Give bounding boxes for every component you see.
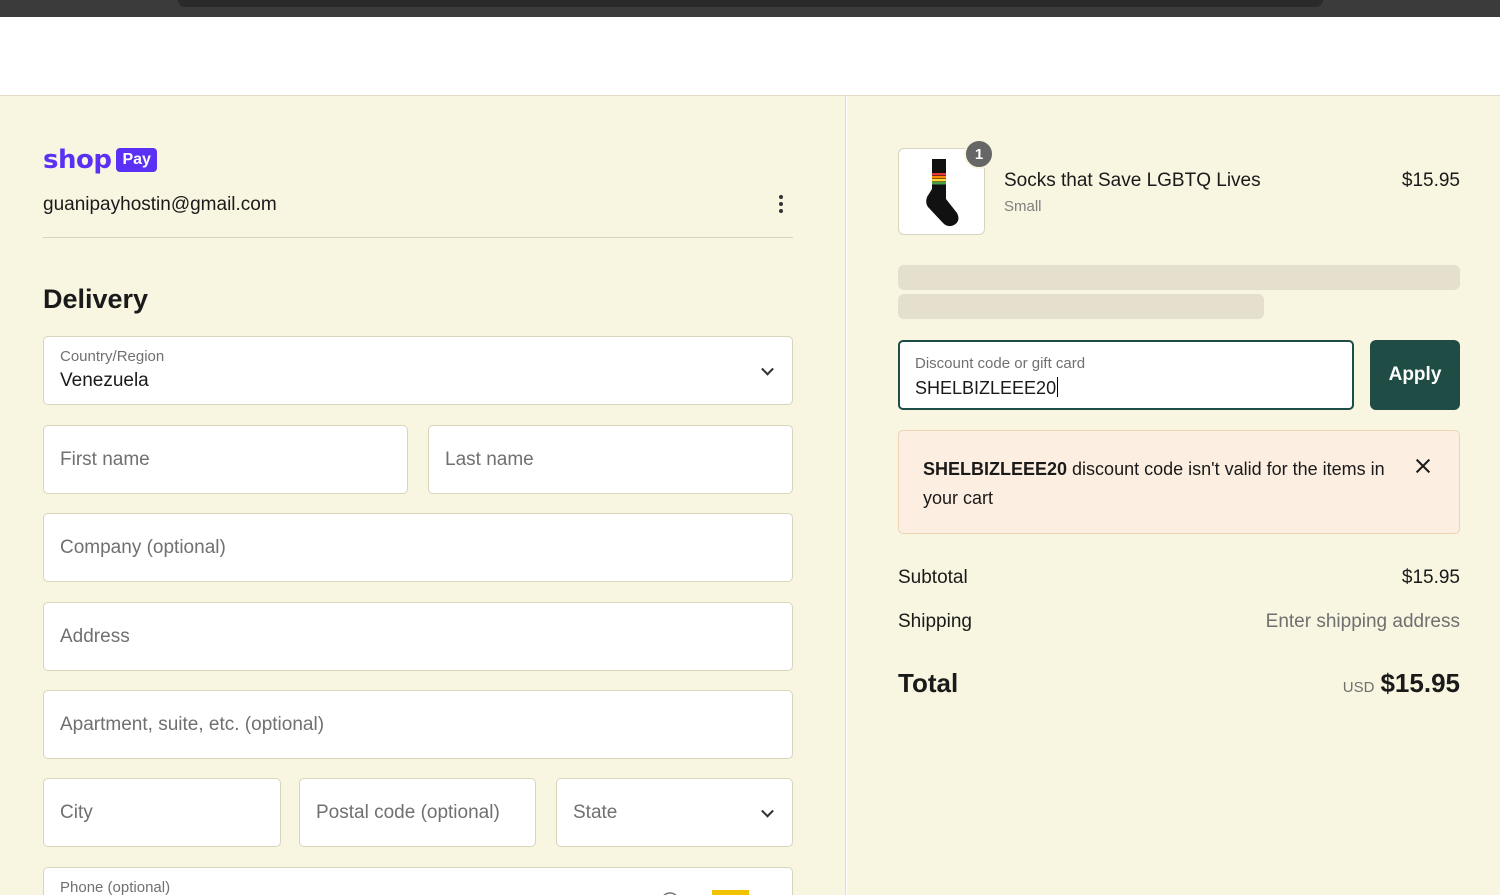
apartment-input[interactable]: Apartment, suite, etc. (optional) — [43, 690, 793, 759]
more-options-icon[interactable] — [771, 191, 791, 217]
apply-button[interactable]: Apply — [1370, 340, 1460, 410]
address-placeholder: Address — [60, 625, 130, 647]
postal-placeholder: Postal code (optional) — [316, 801, 500, 823]
product-name: Socks that Save LGBTQ Lives — [1004, 170, 1261, 191]
browser-address-pill — [178, 0, 1323, 7]
product-variant: Small — [1004, 198, 1042, 215]
close-icon[interactable] — [1412, 455, 1434, 477]
quantity-badge: 1 — [964, 139, 994, 169]
phone-input[interactable]: Phone (optional) — [43, 867, 793, 895]
last-name-placeholder: Last name — [445, 448, 534, 470]
product-price: $15.95 — [1401, 170, 1460, 191]
total-currency: USD — [1342, 679, 1375, 696]
shop-pay-logo: shop Pay — [43, 145, 157, 175]
company-input[interactable]: Company (optional) — [43, 513, 793, 582]
checkout-header — [0, 17, 1500, 96]
shop-logo-text: shop — [43, 145, 112, 175]
country-label: Country/Region — [60, 348, 165, 365]
country-value: Venezuela — [60, 370, 149, 391]
apartment-placeholder: Apartment, suite, etc. (optional) — [60, 713, 325, 735]
error-code: SHELBIZLEEE20 — [923, 459, 1068, 479]
shipping-label: Shipping — [898, 611, 972, 632]
loading-skeleton — [898, 294, 1264, 319]
total-label: Total — [898, 668, 959, 698]
company-placeholder: Company (optional) — [60, 536, 226, 558]
total-amount: USD $15.95 — [1160, 668, 1460, 699]
first-name-placeholder: First name — [60, 448, 150, 470]
pay-badge: Pay — [116, 148, 157, 172]
divider — [43, 237, 793, 238]
discount-error-notice: SHELBIZLEEE20 discount code isn't valid … — [898, 430, 1460, 534]
shipping-value: Enter shipping address — [1265, 611, 1460, 632]
city-placeholder: City — [60, 801, 93, 823]
subtotal-label: Subtotal — [898, 567, 968, 588]
city-input[interactable]: City — [43, 778, 281, 847]
state-placeholder: State — [573, 801, 618, 823]
error-message: SHELBIZLEEE20 discount code isn't valid … — [923, 455, 1393, 513]
phone-field-icons — [656, 886, 756, 895]
loading-skeleton — [898, 265, 1460, 290]
state-select[interactable]: State — [556, 778, 793, 847]
delivery-heading: Delivery — [43, 284, 149, 314]
postal-code-input[interactable]: Postal code (optional) — [299, 778, 536, 847]
address-input[interactable]: Address — [43, 602, 793, 671]
chevron-down-icon — [761, 804, 774, 818]
first-name-input[interactable]: First name — [43, 425, 408, 494]
chevron-down-icon — [761, 362, 774, 376]
browser-top-bar — [0, 0, 1500, 17]
total-value: $15.95 — [1380, 668, 1460, 698]
discount-label: Discount code or gift card — [915, 355, 1086, 372]
subtotal-value: $15.95 — [1401, 567, 1460, 588]
discount-code-input[interactable]: Discount code or gift card SHELBIZLEEE20 — [898, 340, 1354, 410]
discount-value: SHELBIZLEEE20 — [915, 378, 1057, 398]
last-name-input[interactable]: Last name — [428, 425, 793, 494]
account-email: guanipayhostin@gmail.com — [43, 194, 277, 215]
phone-label: Phone (optional) — [60, 879, 171, 895]
country-select[interactable]: Country/Region Venezuela — [43, 336, 793, 405]
